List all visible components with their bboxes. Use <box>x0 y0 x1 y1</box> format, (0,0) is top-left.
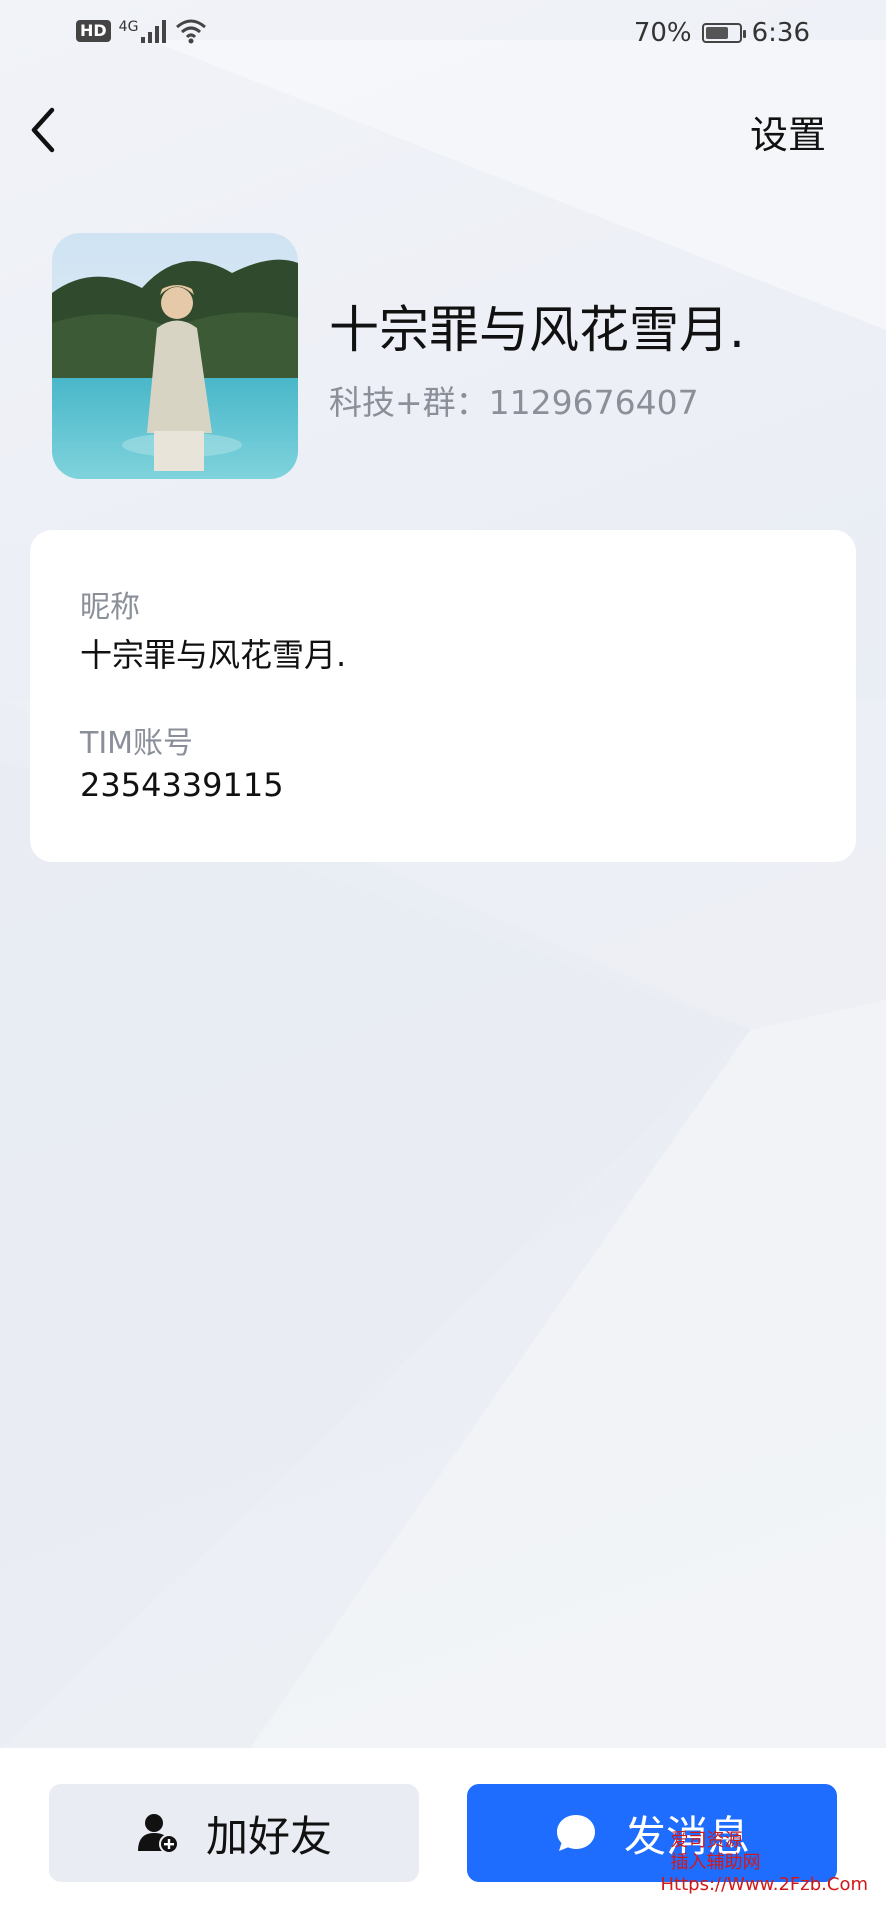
battery-icon <box>701 23 746 43</box>
network-indicator: 4G <box>119 19 168 43</box>
signal-icon <box>141 20 167 43</box>
battery-percent: 70% <box>633 18 692 48</box>
avatar-photo <box>52 233 298 479</box>
hd-badge: HD <box>76 20 111 42</box>
wifi-icon <box>176 19 207 44</box>
nickname-label: 昵称 <box>80 590 140 625</box>
network-type: 4G <box>118 19 139 35</box>
clock: 6:36 <box>751 18 810 48</box>
watermark: 爱司资源 插入辅助网 Https://Www.2Fzb.Com <box>661 1830 868 1896</box>
status-right: 70% 6:36 <box>634 18 810 48</box>
watermark-line-2: 插入辅助网 <box>670 1852 761 1873</box>
account-value: 2354339115 <box>80 766 284 804</box>
info-card: 昵称 十宗罪与风花雪月. TIM账号 2354339115 <box>30 530 856 862</box>
add-friend-button[interactable]: 加好友 <box>49 1784 419 1882</box>
account-label: TIM账号 <box>80 726 194 761</box>
chat-bubble-icon <box>556 1815 595 1851</box>
settings-button[interactable]: 设置 <box>750 104 826 159</box>
status-left: HD 4G <box>76 18 207 44</box>
watermark-line-1: 爱司资源 <box>670 1830 743 1851</box>
add-friend-label: 加好友 <box>205 1811 332 1861</box>
add-user-icon <box>137 1814 179 1854</box>
nickname-value: 十宗罪与风花雪月. <box>80 636 347 674</box>
watermark-line-3: Https://Www.2Fzb.Com <box>660 1874 868 1895</box>
profile-name: 十宗罪与风花雪月. <box>329 301 745 359</box>
chevron-left-icon <box>31 107 55 153</box>
status-bar: HD 4G 70% 6:36 <box>0 0 886 70</box>
back-button[interactable] <box>22 100 82 160</box>
battery-level <box>705 27 728 39</box>
avatar[interactable] <box>52 233 298 479</box>
profile-signature: 科技+群：1129676407 <box>329 383 699 422</box>
